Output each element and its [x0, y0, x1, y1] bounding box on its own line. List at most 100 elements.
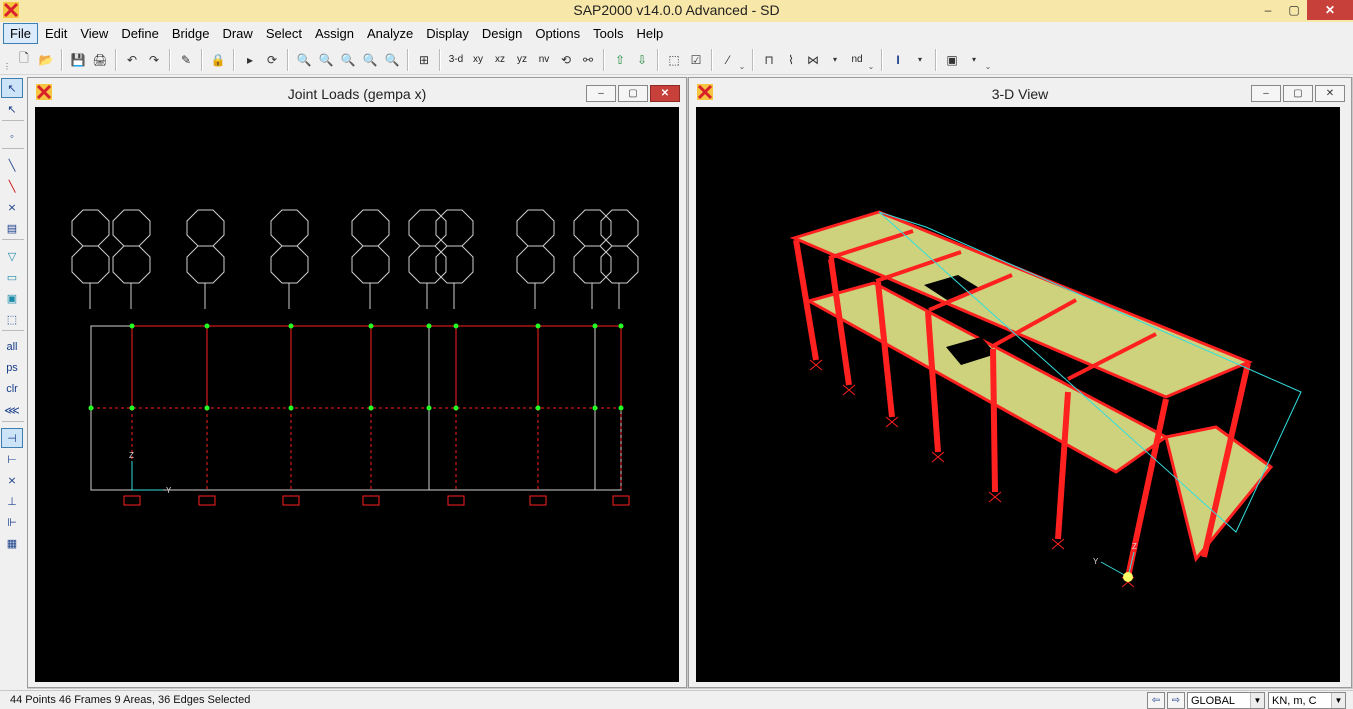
coord-system-select[interactable]: GLOBAL ▼	[1187, 692, 1265, 709]
rotate-3d-icon[interactable]: ⟳	[261, 49, 283, 71]
menu-view[interactable]: View	[74, 24, 114, 43]
select-all-button[interactable]: all	[1, 337, 23, 357]
toolbar-separator	[61, 48, 63, 71]
draw-link-icon[interactable]: ╲	[1, 176, 23, 196]
menu-options[interactable]: Options	[529, 24, 586, 43]
snap-grid-icon[interactable]: ▦	[1, 533, 23, 553]
quick-draw-area-icon[interactable]: ▣	[1, 288, 23, 308]
rotate-view-icon[interactable]: ⟲	[555, 49, 577, 71]
undo-icon[interactable]: ↶	[121, 49, 143, 71]
perspective-icon[interactable]: ⚯	[577, 49, 599, 71]
draw-poly-area-icon[interactable]: ▽	[1, 246, 23, 266]
menu-help[interactable]: Help	[631, 24, 670, 43]
menu-edit[interactable]: Edit	[39, 24, 73, 43]
menu-draw[interactable]: Draw	[216, 24, 258, 43]
next-arrow-icon[interactable]: ⇨	[1167, 692, 1185, 709]
pencil-icon[interactable]: ✎	[175, 49, 197, 71]
zoom-out-icon[interactable]: 🔍	[359, 49, 381, 71]
child-maximize-button[interactable]: ▢	[1283, 85, 1313, 102]
zoom-restore-icon[interactable]: 🔍	[315, 49, 337, 71]
move-down-icon[interactable]: ⇩	[631, 49, 653, 71]
menu-file[interactable]: File	[3, 22, 38, 44]
menu-define[interactable]: Define	[115, 24, 165, 43]
save-icon[interactable]: 💾	[67, 49, 89, 71]
previous-arrow-icon[interactable]: ⇦	[1147, 692, 1165, 709]
toolbar-grip[interactable]: ⋮	[3, 49, 11, 71]
joint-loads-canvas[interactable]: Z Y	[35, 107, 679, 682]
redo-icon[interactable]: ↷	[143, 49, 165, 71]
snap-midpoints-icon[interactable]: ⊢	[1, 449, 23, 469]
child-minimize-button[interactable]: –	[1251, 85, 1281, 102]
open-folder-icon[interactable]: 📂	[35, 49, 57, 71]
view-3d-button[interactable]: 3-d	[445, 49, 467, 71]
menu-display[interactable]: Display	[420, 24, 475, 43]
menu-select[interactable]: Select	[260, 24, 308, 43]
draw-solid-icon[interactable]: ⬚	[1, 309, 23, 329]
units-select[interactable]: KN, m, C ▼	[1268, 692, 1346, 709]
intersect-select-icon[interactable]: ⋘	[1, 400, 23, 420]
close-button[interactable]: ✕	[1307, 0, 1353, 20]
draw-line-icon[interactable]: ╲	[1, 155, 23, 175]
view-nd-button[interactable]: nd	[846, 49, 868, 71]
section-icon[interactable]: I	[887, 49, 909, 71]
select-all-icon[interactable]: ⬚	[663, 49, 685, 71]
3d-view-canvas[interactable]: Y Z	[696, 107, 1340, 682]
refresh-view-icon[interactable]: ⊞	[413, 49, 435, 71]
menu-assign[interactable]: Assign	[309, 24, 360, 43]
print-icon[interactable]: 🖨	[89, 49, 111, 71]
snap-lines-icon[interactable]: ⊩	[1, 512, 23, 532]
display-options-icon[interactable]: ▣	[941, 49, 963, 71]
dropdown-arrow-icon[interactable]: ▾	[909, 49, 931, 71]
view-xz-button[interactable]: xz	[489, 49, 511, 71]
run-analysis-icon[interactable]: ▸	[239, 49, 261, 71]
clear-select-button[interactable]: clr	[1, 379, 23, 399]
reshape-icon[interactable]: ↖	[1, 99, 23, 119]
left-toolbar: ↖ ↖ ◦ ╲ ╲ ⨯ ▤ ▽ ▭ ▣ ⬚ all ps clr ⋘ ⊣ ⊢ ⨯…	[0, 78, 26, 690]
toolbar-grip[interactable]: ⌄	[739, 49, 746, 71]
zoom-extents-icon[interactable]: 🔍	[381, 49, 403, 71]
3d-view-window[interactable]: 3-D View – ▢ ✕ Y Z	[688, 77, 1352, 688]
snap-icon[interactable]: ⁄	[717, 49, 739, 71]
child-close-button[interactable]: ✕	[650, 85, 680, 102]
units-value: KN, m, C	[1272, 694, 1317, 707]
view-nv-button[interactable]: nv	[533, 49, 555, 71]
lock-icon[interactable]: 🔒	[207, 49, 229, 71]
draw-brace-icon[interactable]: ⨯	[1, 197, 23, 217]
snap-joints-icon[interactable]: ⊣	[1, 428, 23, 448]
selection-status: 44 Points 46 Frames 9 Areas, 36 Edges Se…	[10, 694, 251, 706]
dropdown-arrow-icon[interactable]: ▾	[824, 49, 846, 71]
zoom-in-icon[interactable]: 🔍	[337, 49, 359, 71]
view-xy-button[interactable]: xy	[467, 49, 489, 71]
draw-frame-icon[interactable]: ⊓	[758, 49, 780, 71]
toolbar-grip[interactable]: ⌄	[868, 49, 875, 71]
menu-analyze[interactable]: Analyze	[361, 24, 419, 43]
draw-point-icon[interactable]: ◦	[1, 127, 23, 147]
joint-loads-window[interactable]: Joint Loads (gempa x) – ▢ ✕ Z Y	[27, 77, 687, 688]
joint-loads-title-bar[interactable]: Joint Loads (gempa x) – ▢ ✕	[28, 78, 686, 104]
child-maximize-button[interactable]: ▢	[618, 85, 648, 102]
draw-curved-frame-icon[interactable]: ⌇	[780, 49, 802, 71]
previous-select-button[interactable]: ps	[1, 358, 23, 378]
3d-view-title-bar[interactable]: 3-D View – ▢ ✕	[689, 78, 1351, 104]
draw-grid-icon[interactable]: ▤	[1, 218, 23, 238]
3d-axis-y-label: Y	[1093, 557, 1099, 566]
child-close-button[interactable]: ✕	[1315, 85, 1345, 102]
dropdown-arrow-icon[interactable]: ▾	[963, 49, 985, 71]
menu-design[interactable]: Design	[476, 24, 528, 43]
snap-perpendicular-icon[interactable]: ⊥	[1, 491, 23, 511]
draw-rect-area-icon[interactable]: ▭	[1, 267, 23, 287]
zoom-window-icon[interactable]: 🔍	[293, 49, 315, 71]
child-minimize-button[interactable]: –	[586, 85, 616, 102]
new-file-icon[interactable]: 🗋	[13, 49, 35, 71]
toolbar-grip[interactable]: ⌄	[985, 49, 992, 71]
draw-cable-icon[interactable]: ⋈	[802, 49, 824, 71]
menu-bridge[interactable]: Bridge	[166, 24, 216, 43]
pointer-select-icon[interactable]: ↖	[1, 78, 23, 98]
view-yz-button[interactable]: yz	[511, 49, 533, 71]
maximize-button[interactable]: ▢	[1281, 0, 1307, 20]
move-up-icon[interactable]: ⇧	[609, 49, 631, 71]
check-icon[interactable]: ☑	[685, 49, 707, 71]
snap-intersections-icon[interactable]: ⨯	[1, 470, 23, 490]
minimize-button[interactable]: –	[1255, 0, 1281, 20]
menu-tools[interactable]: Tools	[587, 24, 629, 43]
